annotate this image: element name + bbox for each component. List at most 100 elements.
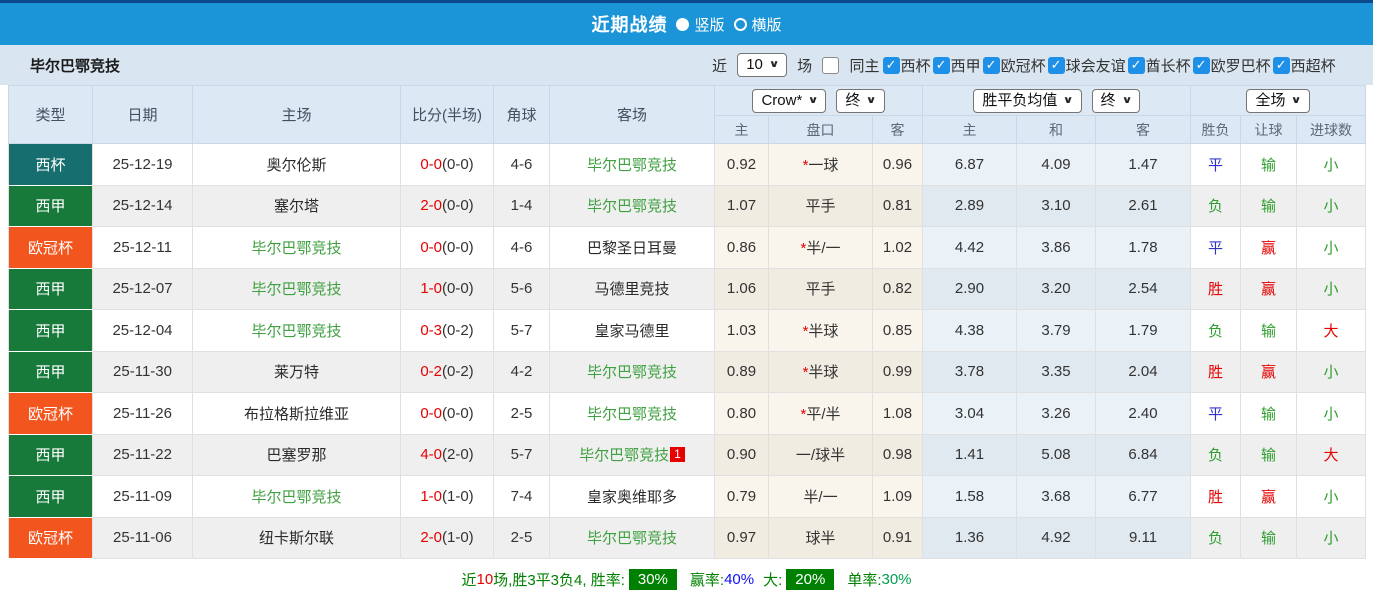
avg-away-odds: 1.78 [1095, 226, 1192, 269]
top-bar: 近期战绩 竖版 横版 [0, 0, 1373, 45]
handicap-rate-value: 40% [724, 571, 755, 588]
match-date: 25-12-04 [92, 309, 193, 352]
radio-unchecked-icon[interactable] [733, 17, 747, 31]
avg-home-odds: 4.38 [922, 309, 1018, 352]
handicap-away-odds: 0.91 [871, 516, 924, 559]
away-team-link[interactable]: 巴黎圣日耳曼 [587, 240, 677, 257]
handicap-result-value: 输 [1261, 447, 1277, 465]
match-row: 西甲 25-12-04 毕尔巴鄂竞技 0-3(0-2) 5-7 皇家马德里 1.… [8, 309, 1367, 352]
match-row: 欧冠杯 25-12-11 毕尔巴鄂竞技 0-0(0-0) 4-6 巴黎圣日耳曼 … [8, 226, 1367, 269]
half-time-score: (0-0) [442, 404, 474, 422]
league-checkbox[interactable]: ✓ [932, 56, 950, 74]
handicap-line: 平手 [805, 281, 836, 299]
handicap-line: 半/一 [803, 488, 838, 506]
col-header-handicap-line: 盘口 [768, 115, 873, 144]
handicap-away-odds: 0.81 [871, 184, 924, 227]
games-label: 场 [797, 57, 813, 75]
same-home-checkbox[interactable] [822, 56, 840, 74]
result-value: 胜 [1208, 488, 1224, 506]
home-team-link[interactable]: 毕尔巴鄂竞技 [251, 281, 341, 298]
handicap-away-odds: 1.02 [871, 226, 924, 269]
away-team-link[interactable]: 毕尔巴鄂竞技 [579, 447, 669, 464]
away-team-link[interactable]: 毕尔巴鄂竞技 [587, 198, 677, 215]
avg-odds-select[interactable]: 胜平负均值 ∨ [973, 88, 1082, 113]
away-team-link[interactable]: 马德里竞技 [594, 281, 669, 298]
league-checkbox[interactable]: ✓ [982, 56, 1000, 74]
match-row: 西杯 25-12-19 奥尔伦斯 0-0(0-0) 4-6 毕尔巴鄂竞技 0.9… [8, 143, 1367, 186]
away-team-link[interactable]: 皇家奥维耶多 [587, 489, 677, 506]
match-date: 25-12-14 [92, 184, 193, 227]
handicap-stage-select[interactable]: 终 ∨ [836, 88, 885, 113]
league-filter-item: ✓ 球会友谊 [1047, 55, 1126, 76]
handicap-home-odds: 1.03 [714, 309, 769, 352]
home-team-link[interactable]: 奥尔伦斯 [266, 157, 326, 174]
handicap-result-value: 输 [1261, 530, 1277, 548]
layout-radio-vertical[interactable]: 竖版 [676, 14, 725, 35]
handicap-home-odds: 1.06 [714, 267, 769, 310]
away-team-link[interactable]: 毕尔巴鄂竞技 [587, 406, 677, 423]
chevron-down-icon: ∨ [768, 59, 780, 70]
match-type-badge: 西甲 [8, 184, 93, 227]
avg-away-odds: 1.79 [1095, 309, 1192, 352]
chevron-down-icon: ∨ [866, 94, 877, 106]
match-count-select[interactable]: 10 ∨ [737, 53, 787, 77]
league-checkbox[interactable]: ✓ [1047, 56, 1065, 74]
league-checkbox[interactable]: ✓ [1127, 56, 1145, 74]
league-checkbox[interactable]: ✓ [1272, 56, 1290, 74]
handicap-result-value: 赢 [1261, 364, 1277, 382]
match-scope-value: 全场 [1255, 91, 1286, 109]
home-team-link[interactable]: 布拉格斯拉维亚 [244, 406, 349, 423]
avg-home-odds: 2.90 [922, 267, 1018, 310]
handicap-rate-label: 赢率: [689, 572, 725, 589]
match-type-badge: 西甲 [8, 433, 93, 476]
match-type-badge: 西甲 [8, 309, 93, 352]
half-time-score: (0-0) [442, 197, 474, 215]
league-checkbox[interactable]: ✓ [1192, 56, 1210, 74]
col-header-away: 客场 [549, 85, 715, 144]
handicap-home-odds: 0.92 [714, 143, 769, 186]
radio-vertical-label: 竖版 [694, 16, 725, 34]
home-team-link[interactable]: 莱万特 [274, 364, 319, 381]
layout-radio-horizontal[interactable]: 横版 [733, 14, 782, 35]
corner-score: 4-6 [493, 226, 550, 269]
chevron-down-icon: ∨ [1062, 94, 1074, 106]
match-scope-select[interactable]: 全场 ∨ [1246, 88, 1310, 113]
league-checkbox[interactable]: ✓ [882, 56, 900, 74]
col-header-handicap-away: 客 [871, 115, 924, 144]
home-team-link[interactable]: 巴塞罗那 [266, 447, 326, 464]
corner-score: 5-7 [493, 433, 550, 476]
home-team-link[interactable]: 毕尔巴鄂竞技 [251, 323, 341, 340]
goals-result-value: 小 [1323, 488, 1339, 506]
away-team-link[interactable]: 毕尔巴鄂竞技 [587, 157, 677, 174]
handicap-home-odds: 0.79 [714, 475, 769, 518]
goals-result-value: 小 [1323, 281, 1339, 299]
radio-checked-icon[interactable] [676, 17, 690, 31]
home-team-link[interactable]: 毕尔巴鄂竞技 [251, 240, 341, 257]
red-card-badge: 1 [670, 447, 685, 463]
away-team-link[interactable]: 皇家马德里 [594, 323, 669, 340]
handicap-result-value: 输 [1261, 405, 1277, 423]
handicap-line: 半球 [808, 364, 839, 382]
match-type-badge: 西甲 [8, 267, 93, 310]
half-time-score: (1-0) [442, 487, 474, 505]
away-team-link[interactable]: 毕尔巴鄂竞技 [587, 530, 677, 547]
handicap-line: 平/半 [806, 405, 841, 423]
match-type-badge: 欧冠杯 [8, 226, 93, 269]
col-header-handicap-result: 让球 [1240, 115, 1298, 144]
match-date: 25-12-11 [92, 226, 193, 269]
goals-result-value: 大 [1323, 447, 1339, 465]
result-value: 负 [1208, 530, 1224, 548]
home-team-link[interactable]: 纽卡斯尔联 [259, 530, 334, 547]
bookmaker-select[interactable]: Crow* ∨ [752, 88, 827, 113]
home-team-link[interactable]: 塞尔塔 [274, 198, 319, 215]
avg-away-odds: 2.04 [1095, 350, 1192, 393]
match-date: 25-11-09 [92, 475, 193, 518]
league-filter-item: ✓ 西杯 [882, 55, 931, 76]
half-time-score: (0-2) [442, 363, 474, 381]
single-rate-value: 30% [881, 571, 912, 588]
away-team-link[interactable]: 毕尔巴鄂竞技 [587, 364, 677, 381]
avg-stage-select[interactable]: 终 ∨ [1091, 88, 1140, 113]
home-team-link[interactable]: 毕尔巴鄂竞技 [251, 489, 341, 506]
full-time-score: 2-0 [420, 529, 442, 547]
goals-result-value: 小 [1323, 364, 1339, 382]
